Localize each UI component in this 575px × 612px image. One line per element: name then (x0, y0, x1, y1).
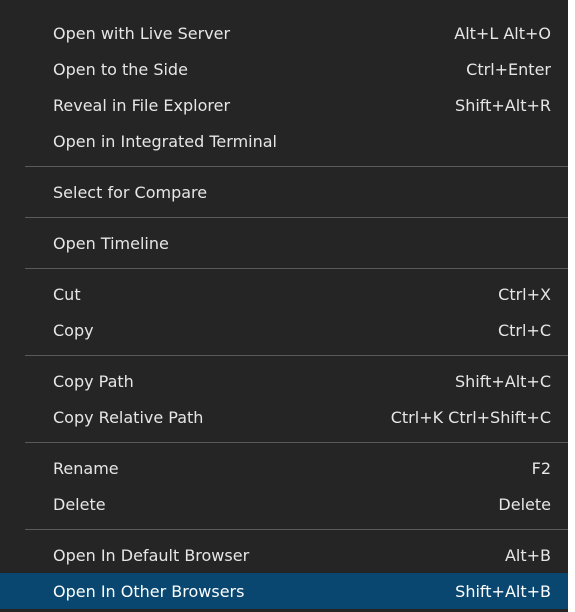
menu-item-label: Copy Path (53, 371, 134, 391)
menu-item-label: Copy (53, 320, 94, 340)
menu-separator (25, 217, 568, 218)
menu-item-open-to-the-side[interactable]: Open to the Side Ctrl+Enter (0, 51, 568, 87)
menu-item-shortcut: Shift+Alt+R (455, 95, 551, 115)
menu-separator (25, 166, 568, 167)
menu-item-shortcut: Ctrl+C (497, 320, 551, 340)
menu-item-shortcut: Shift+Alt+B (455, 581, 551, 601)
menu-item-label: Open Timeline (53, 233, 169, 253)
menu-item-shortcut: Shift+Alt+C (454, 371, 551, 391)
menu-edge (568, 0, 575, 612)
menu-item-open-in-other-browsers[interactable]: Open In Other Browsers Shift+Alt+B (0, 573, 568, 609)
menu-item-open-timeline[interactable]: Open Timeline (0, 225, 568, 261)
menu-item-open-in-default-browser[interactable]: Open In Default Browser Alt+B (0, 537, 568, 573)
menu-item-label: Reveal in File Explorer (53, 95, 231, 115)
menu-item-shortcut: F2 (531, 458, 551, 478)
menu-item-open-with-live-server[interactable]: Open with Live Server Alt+L Alt+O (0, 15, 568, 51)
menu-item-shortcut: Ctrl+Enter (466, 59, 551, 79)
menu-item-copy-relative-path[interactable]: Copy Relative Path Ctrl+K Ctrl+Shift+C (0, 399, 568, 435)
menu-item-select-for-compare[interactable]: Select for Compare (0, 174, 568, 210)
menu-separator (25, 442, 568, 443)
menu-item-copy-path[interactable]: Copy Path Shift+Alt+C (0, 363, 568, 399)
menu-item-label: Delete (53, 494, 106, 514)
menu-item-shortcut: Ctrl+K Ctrl+Shift+C (390, 407, 551, 427)
menu-item-shortcut: Ctrl+X (498, 284, 551, 304)
menu-item-label: Open to the Side (53, 59, 188, 79)
menu-item-label: Rename (53, 458, 119, 478)
menu-item-shortcut: Delete (498, 494, 551, 514)
menu-item-label: Select for Compare (53, 182, 208, 202)
menu-item-rename[interactable]: Rename F2 (0, 450, 568, 486)
menu-item-reveal-in-file-explorer[interactable]: Reveal in File Explorer Shift+Alt+R (0, 87, 568, 123)
menu-separator (25, 529, 568, 530)
menu-item-label: Copy Relative Path (53, 407, 204, 427)
menu-item-shortcut: Alt+L Alt+O (454, 23, 551, 43)
menu-item-open-in-integrated-terminal[interactable]: Open in Integrated Terminal (0, 123, 568, 159)
menu-item-label: Open in Integrated Terminal (53, 131, 277, 151)
menu-item-label: Open In Default Browser (53, 545, 250, 565)
menu-separator (25, 355, 568, 356)
menu-separator (25, 268, 568, 269)
context-menu: Open with Live Server Alt+L Alt+O Open t… (0, 0, 568, 612)
menu-item-label: Open In Other Browsers (53, 581, 245, 601)
menu-item-copy[interactable]: Copy Ctrl+C (0, 312, 568, 348)
menu-item-delete[interactable]: Delete Delete (0, 486, 568, 522)
menu-item-cut[interactable]: Cut Ctrl+X (0, 276, 568, 312)
menu-item-label: Cut (53, 284, 81, 304)
menu-item-shortcut: Alt+B (504, 545, 551, 565)
menu-item-label: Open with Live Server (53, 23, 231, 43)
